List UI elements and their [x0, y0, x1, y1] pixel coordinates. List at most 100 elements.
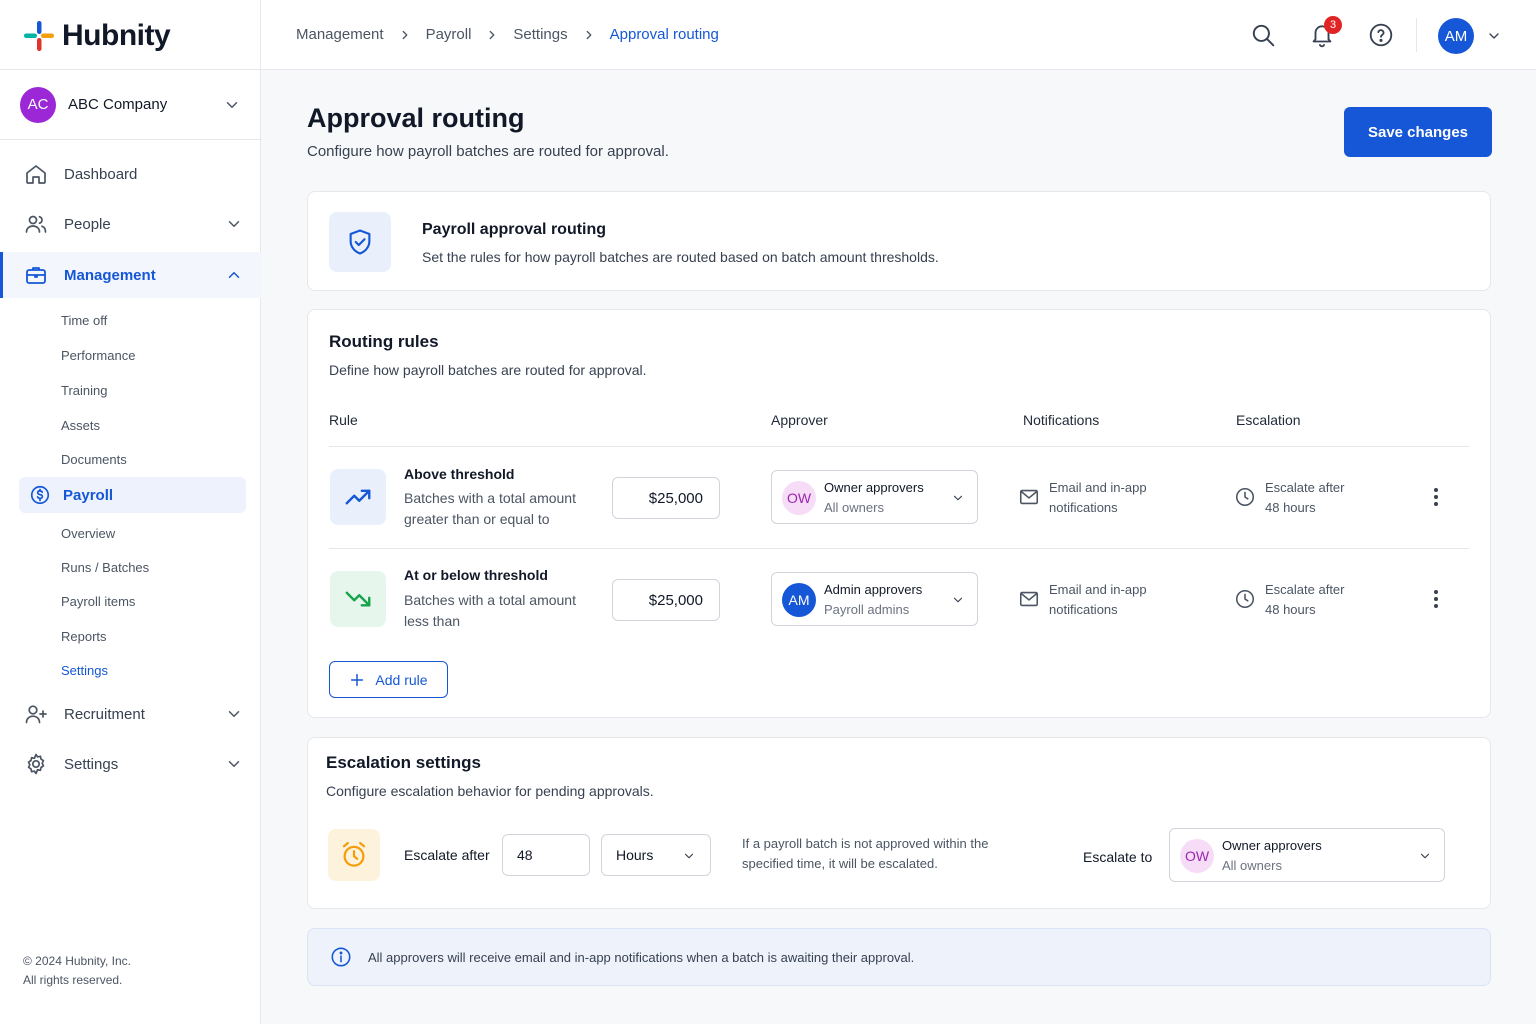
sidebar-subitem-payroll-items[interactable]: Payroll items	[61, 594, 135, 609]
trending-down-icon	[345, 591, 371, 607]
info-card-title: Payroll approval routing	[422, 221, 607, 238]
dollar-circle-icon	[30, 485, 50, 505]
approver-name: Owner approvers	[824, 480, 924, 495]
info-banner: All approvers will receive email and in-…	[307, 928, 1491, 986]
briefcase-icon	[26, 267, 46, 284]
chevron-down-icon[interactable]	[1486, 28, 1502, 44]
sidebar-subitem-training[interactable]: Training	[61, 383, 107, 398]
divider	[329, 548, 1469, 549]
escalation-line: Escalate after	[1265, 480, 1345, 495]
info-card-description: Set the rules for how payroll batches ar…	[422, 249, 939, 265]
chevron-down-icon	[228, 711, 240, 717]
divider	[329, 446, 1469, 447]
footer-line: All rights reserved.	[23, 973, 123, 987]
approver-select[interactable]: AM Admin approvers Payroll admins	[771, 572, 978, 626]
rule-description: Batches with a total amount less than	[404, 592, 576, 629]
sidebar-subitem-runs-batches[interactable]: Runs / Batches	[61, 560, 149, 575]
chevron-down-icon	[228, 221, 240, 227]
user-plus-icon	[25, 705, 47, 724]
sidebar-subitem-assets[interactable]: Assets	[61, 418, 100, 433]
sidebar-subitem-time-off[interactable]: Time off	[61, 313, 107, 328]
info-icon	[331, 947, 351, 967]
trend-up-icon-box	[330, 469, 386, 525]
notification-line: notifications	[1049, 602, 1118, 617]
save-changes-button[interactable]: Save changes	[1344, 107, 1492, 157]
chevron-down-icon	[953, 597, 963, 603]
add-rule-label: Add rule	[375, 671, 428, 688]
breadcrumb-item[interactable]: Management	[296, 26, 384, 43]
approver-avatar: AM	[782, 583, 816, 617]
user-avatar[interactable]: AM	[1438, 18, 1474, 54]
plus-icon	[351, 673, 364, 686]
chevron-down-icon	[1420, 853, 1430, 859]
chevron-down-icon	[228, 761, 240, 767]
company-switcher[interactable]: AC ABC Company	[0, 70, 261, 140]
page-title: Approval routing	[307, 103, 525, 133]
sidebar-subitem-performance[interactable]: Performance	[61, 348, 135, 363]
add-rule-button[interactable]: Add rule	[329, 661, 448, 698]
breadcrumb-current: Approval routing	[609, 26, 719, 43]
sidebar-item-people[interactable]: People	[0, 201, 261, 247]
sidebar-item-dashboard[interactable]: Dashboard	[0, 151, 261, 197]
approver-select[interactable]: OW Owner approvers All owners	[771, 470, 978, 524]
sidebar-item-recruitment[interactable]: Recruitment	[0, 691, 261, 737]
brand-logo[interactable]: Hubnity	[22, 18, 171, 54]
escalate-to-label: Escalate to	[1083, 849, 1153, 865]
escalation-settings-subtitle: Configure escalation behavior for pendin…	[326, 783, 654, 799]
threshold-amount-input[interactable]: $25,000	[612, 579, 720, 621]
rule-title: Above threshold	[404, 466, 515, 482]
notification-line: Email and in-app	[1049, 480, 1147, 495]
column-header-approver: Approver	[771, 412, 828, 428]
column-header-notifications: Notifications	[1023, 412, 1100, 428]
help-line: If a payroll batch is not approved withi…	[742, 836, 989, 851]
sidebar-item-payroll[interactable]: Payroll	[19, 477, 246, 513]
breadcrumb-item[interactable]: Payroll	[426, 26, 472, 43]
escalate-after-label: Escalate after	[404, 847, 490, 863]
help-line: specified time, it will be escalated.	[742, 856, 938, 871]
sidebar-subitem-settings[interactable]: Settings	[61, 663, 108, 678]
brand-mark-icon	[24, 21, 54, 51]
sidebar-subitem-reports[interactable]: Reports	[61, 629, 107, 644]
sidebar-item-label: Management	[64, 266, 156, 284]
search-icon[interactable]	[1250, 22, 1276, 48]
escalation-settings-title: Escalation settings	[326, 753, 481, 772]
clock-icon	[1235, 487, 1255, 507]
footer-copyright: © 2024 Hubnity, Inc. All rights reserved…	[23, 952, 131, 990]
time-unit-value: Hours	[616, 847, 654, 863]
sidebar-item-settings[interactable]: Settings	[0, 741, 261, 787]
sidebar-item-label: Settings	[64, 755, 119, 773]
notification-text: Email and in-app notifications	[1049, 580, 1147, 620]
more-vertical-icon[interactable]	[1433, 487, 1439, 507]
trending-up-icon	[345, 489, 371, 505]
sidebar-item-label: Recruitment	[64, 705, 145, 723]
chevron-down-icon	[953, 495, 963, 501]
sidebar-item-management[interactable]: Management	[0, 252, 261, 298]
sidebar-item-label: Payroll	[63, 486, 114, 504]
escalate-to-select[interactable]: OW Owner approvers All owners	[1169, 828, 1445, 882]
notification-line: notifications	[1049, 500, 1118, 515]
info-card: Payroll approval routing Set the rules f…	[307, 191, 1491, 291]
approver-group: All owners	[1222, 858, 1282, 873]
brand-name: Hubnity	[62, 19, 171, 52]
sidebar-subitem-documents[interactable]: Documents	[61, 452, 127, 467]
routing-rules-title: Routing rules	[329, 332, 439, 351]
column-header-escalation: Escalation	[1236, 412, 1301, 428]
chevron-right-icon	[402, 30, 407, 39]
breadcrumb-item[interactable]: Settings	[513, 26, 567, 43]
threshold-amount-input[interactable]: $25,000	[612, 477, 720, 519]
sidebar-item-label: Dashboard	[64, 165, 138, 183]
sidebar-item-label: People	[64, 215, 111, 233]
chevron-down-icon	[684, 853, 694, 859]
home-icon	[26, 165, 46, 184]
more-vertical-icon[interactable]	[1433, 589, 1439, 609]
mail-icon	[1019, 591, 1039, 607]
mail-icon	[1019, 489, 1039, 505]
escalation-text: Escalate after 48 hours	[1265, 580, 1345, 620]
footer-line: © 2024 Hubnity, Inc.	[23, 954, 132, 968]
chevron-up-icon	[228, 272, 240, 278]
help-icon[interactable]	[1368, 22, 1394, 48]
sidebar-subitem-overview[interactable]: Overview	[61, 526, 115, 541]
escalation-line: Escalate after	[1265, 582, 1345, 597]
escalate-after-input[interactable]: 48	[502, 834, 590, 876]
time-unit-select[interactable]: Hours	[601, 834, 711, 876]
